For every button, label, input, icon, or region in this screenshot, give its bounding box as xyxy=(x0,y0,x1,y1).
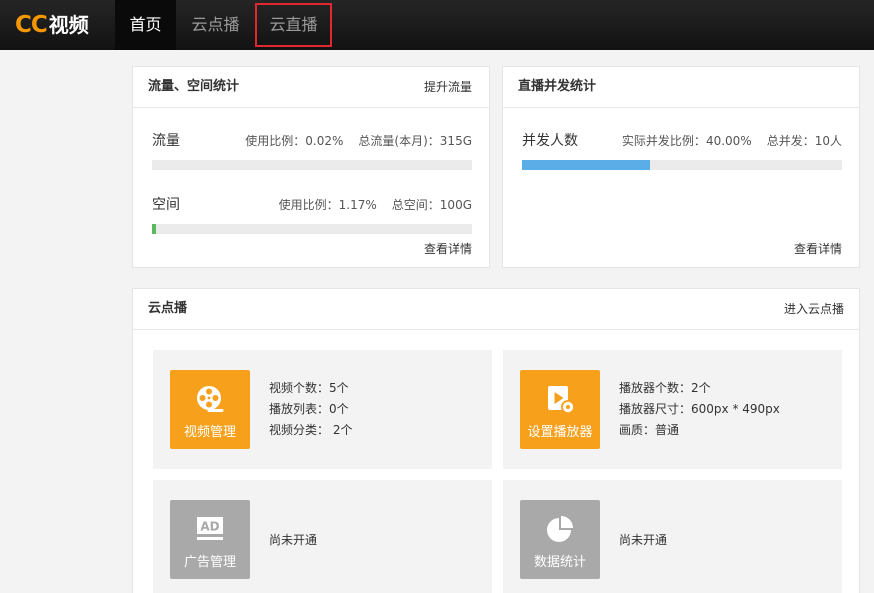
storage-stats: 使用比例：1.17% 总空间：100G xyxy=(279,195,472,215)
not-enabled-status: 尚未开通 xyxy=(269,533,318,547)
nav-live[interactable]: 云直播 xyxy=(255,3,332,47)
total-traffic-label: 总流量(本月)： xyxy=(358,134,440,148)
player-settings-button[interactable]: 设置播放器 xyxy=(520,370,600,449)
tile-label: 数据统计 xyxy=(533,555,586,570)
concurrency-progress-fill xyxy=(522,160,650,170)
total-traffic-value: 315G xyxy=(439,134,472,148)
cc-video-logo[interactable]: CC 视频 xyxy=(15,0,89,50)
upgrade-traffic-link[interactable]: 提升流量 xyxy=(424,67,472,107)
player-count: 播放器个数：2个 xyxy=(619,381,711,395)
pie-chart-icon xyxy=(547,516,573,542)
player-settings-tile: 设置播放器 播放器个数：2个播放器尺寸：600px * 490px 画质：普通 xyxy=(503,350,842,469)
video-management-tile: 视频管理 视频个数：5个 播放列表：0个 视频分类： 2个 xyxy=(153,350,492,469)
concurrency-progress-bar xyxy=(522,160,842,170)
not-enabled-status: 尚未开通 xyxy=(619,533,668,547)
concurrency-ratio-value: 40.00% xyxy=(705,134,752,148)
tile-info: 视频个数：5个 播放列表：0个 视频分类： 2个 xyxy=(269,378,352,441)
traffic-label: 流量 xyxy=(152,133,180,149)
logo-text: 视频 xyxy=(48,13,89,37)
video-count: 视频个数：5个 xyxy=(269,381,349,395)
usage-ratio-value: 0.02% xyxy=(305,134,344,148)
nav-vod[interactable]: 云点播 xyxy=(176,0,255,50)
storage-label: 空间 xyxy=(152,197,180,213)
card-title: 流量、空间统计 xyxy=(148,79,240,94)
traffic-stats: 使用比例：0.02% 总流量(本月)：315G xyxy=(245,131,472,151)
total-storage-label: 总空间： xyxy=(391,198,440,212)
card-header: 直播并发统计 xyxy=(503,67,859,108)
concurrent-users-label: 并发人数 xyxy=(522,133,578,149)
nav-home[interactable]: 首页 xyxy=(115,0,176,50)
tile-label: 设置播放器 xyxy=(527,425,593,440)
enter-vod-link[interactable]: 进入云点播 xyxy=(784,289,844,329)
card-header: 云点播 进入云点播 xyxy=(133,289,859,330)
playlist-count: 播放列表：0个 xyxy=(269,402,349,416)
view-details-link[interactable]: 查看详情 xyxy=(424,239,472,259)
tile-info: 播放器个数：2个播放器尺寸：600px * 490px 画质：普通 xyxy=(619,378,780,441)
ad-management-button[interactable]: AD 广告管理 xyxy=(170,500,250,579)
player-size: 播放器尺寸：600px * 490px xyxy=(619,402,780,416)
data-statistics-tile: 数据统计 尚未开通 xyxy=(503,480,842,593)
concurrency-stats: 实际并发比例：40.00% 总并发：10人 xyxy=(622,131,842,151)
tile-label: 视频管理 xyxy=(183,425,236,440)
live-concurrency-card: 直播并发统计 并发人数 实际并发比例：40.00% 总并发：10人 查看详情 xyxy=(502,66,860,268)
total-concurrency-value: 10人 xyxy=(814,134,842,148)
usage-ratio-label: 使用比例： xyxy=(278,198,339,212)
concurrency-ratio-label: 实际并发比例： xyxy=(621,134,706,148)
ad-management-tile: AD 广告管理 尚未开通 xyxy=(153,480,492,593)
film-reel-icon xyxy=(197,386,224,412)
card-title: 云点播 xyxy=(148,301,188,316)
traffic-storage-card: 流量、空间统计 提升流量 流量 使用比例：0.02% 总流量(本月)：315G 空… xyxy=(132,66,490,268)
player-settings-icon xyxy=(548,386,575,414)
usage-ratio-value: 1.17% xyxy=(338,198,377,212)
total-concurrency-label: 总并发： xyxy=(766,134,815,148)
card-header: 流量、空间统计 提升流量 xyxy=(133,67,489,108)
category-count: 视频分类： 2个 xyxy=(269,423,353,437)
video-quality: 画质：普通 xyxy=(619,423,680,437)
traffic-progress-bar xyxy=(152,160,472,170)
vod-card: 云点播 进入云点播 视频管理 视频个数：5个播放列表：0个视频分类： 2个 xyxy=(132,288,860,593)
logo-mark: CC xyxy=(15,12,48,38)
top-navigation-bar: CC 视频 首页 云点播 云直播 xyxy=(0,0,874,50)
data-statistics-button[interactable]: 数据统计 xyxy=(520,500,600,579)
ad-icon-text: AD xyxy=(200,520,219,534)
video-management-button[interactable]: 视频管理 xyxy=(170,370,250,449)
total-storage-value: 100G xyxy=(439,198,472,212)
view-details-link[interactable]: 查看详情 xyxy=(794,239,842,259)
ad-icon: AD xyxy=(197,517,223,540)
usage-ratio-label: 使用比例： xyxy=(245,134,306,148)
tile-label: 广告管理 xyxy=(183,555,236,570)
storage-progress-fill xyxy=(152,224,156,234)
card-title: 直播并发统计 xyxy=(518,79,597,94)
storage-progress-bar xyxy=(152,224,472,234)
